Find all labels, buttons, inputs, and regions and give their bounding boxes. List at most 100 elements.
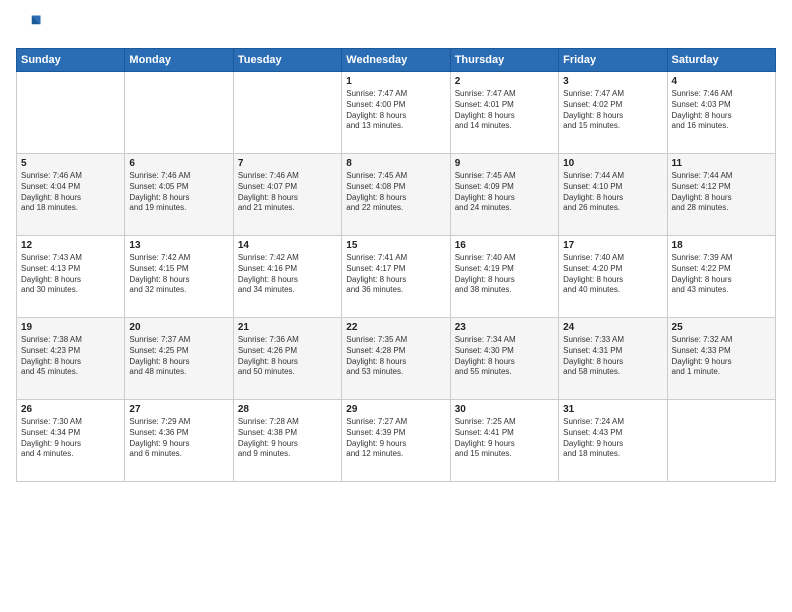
day-number: 16 bbox=[455, 240, 554, 251]
week-row-3: 12Sunrise: 7:43 AM Sunset: 4:13 PM Dayli… bbox=[17, 236, 776, 318]
cell-content: Sunrise: 7:41 AM Sunset: 4:17 PM Dayligh… bbox=[346, 253, 445, 296]
cell-content: Sunrise: 7:46 AM Sunset: 4:04 PM Dayligh… bbox=[21, 171, 120, 214]
calendar-cell: 1 Sunrise: 7:47 AM Sunset: 4:00 PM Daylig… bbox=[342, 72, 450, 154]
calendar-cell bbox=[233, 72, 341, 154]
cell-content: Sunrise: 7:38 AM Sunset: 4:23 PM Dayligh… bbox=[21, 335, 120, 378]
day-number: 2 bbox=[455, 76, 554, 87]
calendar-cell: 21 Sunrise: 7:36 AM Sunset: 4:26 PM Dayli… bbox=[233, 318, 341, 400]
calendar-cell: 8Sunrise: 7:45 AM Sunset: 4:08 PM Daylig… bbox=[342, 154, 450, 236]
calendar-cell: 9 Sunrise: 7:45 AM Sunset: 4:09 PM Daylig… bbox=[450, 154, 558, 236]
day-number: 28 bbox=[238, 404, 337, 415]
header-cell-saturday: Saturday bbox=[667, 49, 775, 72]
header-cell-monday: Monday bbox=[125, 49, 233, 72]
cell-content: Sunrise: 7:36 AM Sunset: 4:26 PM Dayligh… bbox=[238, 335, 337, 378]
week-row-1: 1 Sunrise: 7:47 AM Sunset: 4:00 PM Daylig… bbox=[17, 72, 776, 154]
cell-content: Sunrise: 7:27 AM Sunset: 4:39 PM Dayligh… bbox=[346, 417, 445, 460]
calendar-cell bbox=[17, 72, 125, 154]
calendar-cell: 30 Sunrise: 7:25 AM Sunset: 4:41 PM Dayli… bbox=[450, 400, 558, 482]
day-number: 10 bbox=[563, 158, 662, 169]
cell-content: Sunrise: 7:46 AM Sunset: 4:03 PM Dayligh… bbox=[672, 89, 771, 132]
calendar-cell: 22 Sunrise: 7:35 AM Sunset: 4:28 PM Dayli… bbox=[342, 318, 450, 400]
week-row-5: 26 Sunrise: 7:30 AM Sunset: 4:34 PM Dayli… bbox=[17, 400, 776, 482]
calendar-cell: 28 Sunrise: 7:28 AM Sunset: 4:38 PM Dayli… bbox=[233, 400, 341, 482]
calendar-table: SundayMondayTuesdayWednesdayThursdayFrid… bbox=[16, 48, 776, 482]
calendar-cell: 17 Sunrise: 7:40 AM Sunset: 4:20 PM Dayli… bbox=[559, 236, 667, 318]
cell-content: Sunrise: 7:29 AM Sunset: 4:36 PM Dayligh… bbox=[129, 417, 228, 460]
day-number: 29 bbox=[346, 404, 445, 415]
day-number: 1 bbox=[346, 76, 445, 87]
day-number: 9 bbox=[455, 158, 554, 169]
day-number: 21 bbox=[238, 322, 337, 333]
cell-content: Sunrise: 7:40 AM Sunset: 4:20 PM Dayligh… bbox=[563, 253, 662, 296]
calendar-cell: 19 Sunrise: 7:38 AM Sunset: 4:23 PM Dayli… bbox=[17, 318, 125, 400]
day-number: 11 bbox=[672, 158, 771, 169]
calendar-cell: 13Sunrise: 7:42 AM Sunset: 4:15 PM Dayli… bbox=[125, 236, 233, 318]
calendar-cell bbox=[667, 400, 775, 482]
day-number: 25 bbox=[672, 322, 771, 333]
week-row-4: 19 Sunrise: 7:38 AM Sunset: 4:23 PM Dayli… bbox=[17, 318, 776, 400]
cell-content: Sunrise: 7:37 AM Sunset: 4:25 PM Dayligh… bbox=[129, 335, 228, 378]
calendar-cell: 23Sunrise: 7:34 AM Sunset: 4:30 PM Dayli… bbox=[450, 318, 558, 400]
cell-content: Sunrise: 7:30 AM Sunset: 4:34 PM Dayligh… bbox=[21, 417, 120, 460]
calendar-cell: 7 Sunrise: 7:46 AM Sunset: 4:07 PM Daylig… bbox=[233, 154, 341, 236]
day-number: 3 bbox=[563, 76, 662, 87]
calendar-cell: 26 Sunrise: 7:30 AM Sunset: 4:34 PM Dayli… bbox=[17, 400, 125, 482]
calendar-cell: 14Sunrise: 7:42 AM Sunset: 4:16 PM Dayli… bbox=[233, 236, 341, 318]
cell-content: Sunrise: 7:45 AM Sunset: 4:08 PM Dayligh… bbox=[346, 171, 445, 214]
cell-content: Sunrise: 7:45 AM Sunset: 4:09 PM Dayligh… bbox=[455, 171, 554, 214]
calendar-cell: 3 Sunrise: 7:47 AM Sunset: 4:02 PM Daylig… bbox=[559, 72, 667, 154]
day-number: 26 bbox=[21, 404, 120, 415]
day-number: 5 bbox=[21, 158, 120, 169]
calendar-cell: 25 Sunrise: 7:32 AM Sunset: 4:33 PM Dayli… bbox=[667, 318, 775, 400]
calendar-cell: 10 Sunrise: 7:44 AM Sunset: 4:10 PM Dayli… bbox=[559, 154, 667, 236]
calendar-cell: 27Sunrise: 7:29 AM Sunset: 4:36 PM Dayli… bbox=[125, 400, 233, 482]
cell-content: Sunrise: 7:47 AM Sunset: 4:02 PM Dayligh… bbox=[563, 89, 662, 132]
cell-content: Sunrise: 7:44 AM Sunset: 4:10 PM Dayligh… bbox=[563, 171, 662, 214]
calendar-cell: 24 Sunrise: 7:33 AM Sunset: 4:31 PM Dayli… bbox=[559, 318, 667, 400]
day-number: 7 bbox=[238, 158, 337, 169]
day-number: 23 bbox=[455, 322, 554, 333]
week-row-2: 5 Sunrise: 7:46 AM Sunset: 4:04 PM Daylig… bbox=[17, 154, 776, 236]
calendar-cell: 2 Sunrise: 7:47 AM Sunset: 4:01 PM Daylig… bbox=[450, 72, 558, 154]
calendar-cell: 18Sunrise: 7:39 AM Sunset: 4:22 PM Dayli… bbox=[667, 236, 775, 318]
day-number: 20 bbox=[129, 322, 228, 333]
header-cell-tuesday: Tuesday bbox=[233, 49, 341, 72]
calendar-cell: 12Sunrise: 7:43 AM Sunset: 4:13 PM Dayli… bbox=[17, 236, 125, 318]
day-number: 19 bbox=[21, 322, 120, 333]
cell-content: Sunrise: 7:33 AM Sunset: 4:31 PM Dayligh… bbox=[563, 335, 662, 378]
calendar-cell: 29 Sunrise: 7:27 AM Sunset: 4:39 PM Dayli… bbox=[342, 400, 450, 482]
day-number: 30 bbox=[455, 404, 554, 415]
day-number: 6 bbox=[129, 158, 228, 169]
logo-icon bbox=[16, 12, 44, 40]
day-number: 4 bbox=[672, 76, 771, 87]
cell-content: Sunrise: 7:25 AM Sunset: 4:41 PM Dayligh… bbox=[455, 417, 554, 460]
header bbox=[16, 12, 776, 40]
header-cell-thursday: Thursday bbox=[450, 49, 558, 72]
calendar-cell: 16 Sunrise: 7:40 AM Sunset: 4:19 PM Dayli… bbox=[450, 236, 558, 318]
calendar-cell: 11 Sunrise: 7:44 AM Sunset: 4:12 PM Dayli… bbox=[667, 154, 775, 236]
calendar-cell: 5 Sunrise: 7:46 AM Sunset: 4:04 PM Daylig… bbox=[17, 154, 125, 236]
calendar-cell bbox=[125, 72, 233, 154]
day-number: 15 bbox=[346, 240, 445, 251]
cell-content: Sunrise: 7:35 AM Sunset: 4:28 PM Dayligh… bbox=[346, 335, 445, 378]
calendar-body: 1 Sunrise: 7:47 AM Sunset: 4:00 PM Daylig… bbox=[17, 72, 776, 482]
cell-content: Sunrise: 7:47 AM Sunset: 4:01 PM Dayligh… bbox=[455, 89, 554, 132]
cell-content: Sunrise: 7:39 AM Sunset: 4:22 PM Dayligh… bbox=[672, 253, 771, 296]
header-cell-sunday: Sunday bbox=[17, 49, 125, 72]
cell-content: Sunrise: 7:42 AM Sunset: 4:16 PM Dayligh… bbox=[238, 253, 337, 296]
header-cell-friday: Friday bbox=[559, 49, 667, 72]
cell-content: Sunrise: 7:42 AM Sunset: 4:15 PM Dayligh… bbox=[129, 253, 228, 296]
cell-content: Sunrise: 7:46 AM Sunset: 4:07 PM Dayligh… bbox=[238, 171, 337, 214]
day-number: 17 bbox=[563, 240, 662, 251]
calendar-cell: 20 Sunrise: 7:37 AM Sunset: 4:25 PM Dayli… bbox=[125, 318, 233, 400]
cell-content: Sunrise: 7:47 AM Sunset: 4:00 PM Dayligh… bbox=[346, 89, 445, 132]
cell-content: Sunrise: 7:44 AM Sunset: 4:12 PM Dayligh… bbox=[672, 171, 771, 214]
day-number: 22 bbox=[346, 322, 445, 333]
cell-content: Sunrise: 7:24 AM Sunset: 4:43 PM Dayligh… bbox=[563, 417, 662, 460]
day-number: 31 bbox=[563, 404, 662, 415]
day-number: 24 bbox=[563, 322, 662, 333]
logo bbox=[16, 12, 48, 40]
cell-content: Sunrise: 7:40 AM Sunset: 4:19 PM Dayligh… bbox=[455, 253, 554, 296]
cell-content: Sunrise: 7:28 AM Sunset: 4:38 PM Dayligh… bbox=[238, 417, 337, 460]
cell-content: Sunrise: 7:32 AM Sunset: 4:33 PM Dayligh… bbox=[672, 335, 771, 378]
